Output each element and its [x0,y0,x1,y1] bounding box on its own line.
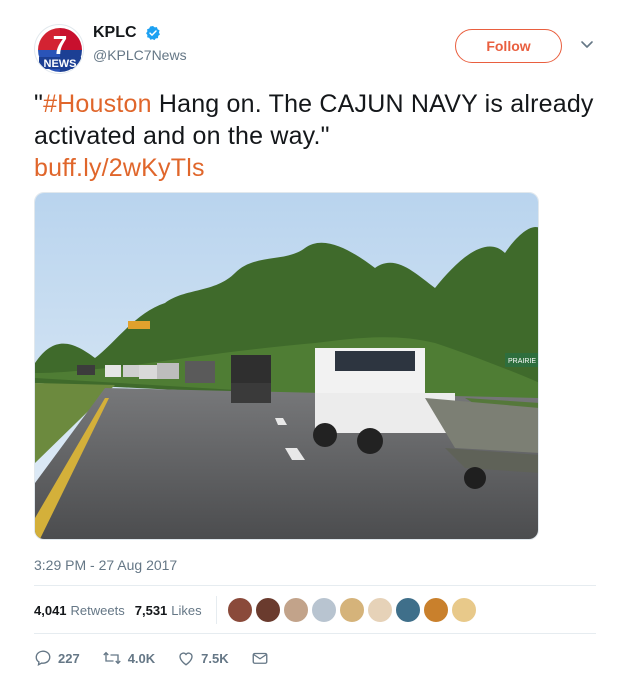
stats-divider-bottom [34,633,596,634]
reply-button[interactable]: 227 [34,649,80,667]
kplc-logo-icon: 7 NEWS [36,26,83,73]
retweets-count: 4,041 [34,602,67,618]
stats-separator [215,596,217,624]
avatar-number: 7 [53,30,67,60]
tweet-actions: 227 4.0K 7.5K [34,644,297,672]
liker-avatar[interactable] [422,597,449,623]
liker-avatar[interactable] [394,597,421,623]
liker-avatar[interactable] [338,597,365,623]
author-handle[interactable]: @KPLC7News [93,47,187,63]
retweet-count: 4.0K [127,650,156,666]
road-sign-text: PRAIRIE [508,358,536,365]
envelope-icon [252,652,268,664]
tweet-header: 7 NEWS KPLC @KPLC7News Follow [34,22,604,78]
retweets-label: Retweets [70,602,125,618]
highway-boats-photo: PRAIRIE [35,193,538,539]
tweet-url-link[interactable]: buff.ly/2wKyTls [34,154,205,182]
retweet-icon [102,651,121,665]
liker-avatar[interactable] [450,597,477,623]
liker-avatar[interactable] [310,597,337,623]
liker-avatar[interactable] [282,597,309,623]
author-name-block[interactable]: KPLC @KPLC7News [93,24,187,63]
likes-count: 7,531 [134,602,168,618]
reply-icon [35,650,51,667]
avatar-word: NEWS [44,58,77,70]
hashtag-link[interactable]: #Houston [43,90,152,118]
retweet-button[interactable]: 4.0K [102,649,155,667]
like-button[interactable]: 7.5K [177,649,229,667]
liker-avatar[interactable] [366,597,393,623]
likes-stat[interactable]: 7,531 Likes [135,603,202,618]
likes-label: Likes [171,602,202,618]
direct-message-button[interactable] [251,649,275,667]
tweet-text: "#Houston Hang on. The CAJUN NAVY is alr… [34,88,594,184]
stats-divider-top [34,585,596,586]
heart-icon [179,652,193,666]
tweet-photo[interactable]: PRAIRIE [34,192,539,540]
reply-count: 227 [58,650,80,666]
tweet-timestamp[interactable]: 3:29 PM - 27 Aug 2017 [34,557,177,573]
tweet-quote-open: " [34,90,44,118]
liker-avatars [226,597,479,623]
author-avatar[interactable]: 7 NEWS [34,24,84,74]
verified-badge-icon [146,26,160,41]
retweets-stat[interactable]: 4,041 Retweets [34,603,125,618]
author-display-name[interactable]: KPLC [93,24,137,42]
tweet-stats: 4,041 Retweets 7,531 Likes [34,592,596,628]
chevron-down-icon[interactable] [579,36,595,52]
liker-avatar[interactable] [254,597,281,623]
like-count: 7.5K [201,650,229,666]
follow-button[interactable]: Follow [455,29,562,63]
liker-avatar[interactable] [226,597,253,623]
